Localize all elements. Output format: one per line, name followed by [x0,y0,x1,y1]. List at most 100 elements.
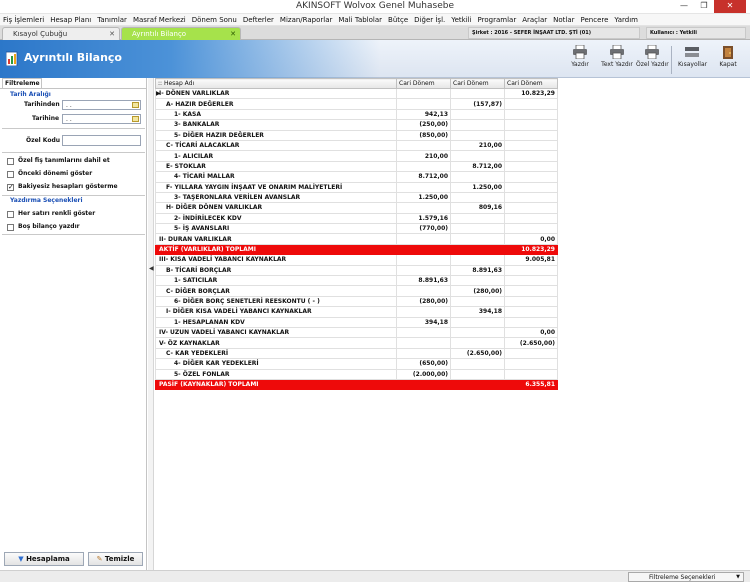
table-row[interactable]: II- DURAN VARLIKLAR 0,00 [155,233,558,245]
menu-item[interactable]: Yetkili [448,14,474,26]
table-row[interactable]: 5- ÖZEL FONLAR (2.000,00) [155,368,558,380]
special-code-input[interactable] [62,135,141,146]
option-checkbox[interactable] [7,211,14,218]
option-checkbox[interactable] [7,171,14,178]
amount-cell [504,347,558,360]
balance-grid: :: Hesap Adı Cari Dönem Cari Dönem Cari … [155,78,750,570]
shortcuts-button[interactable]: Kısayollar [678,45,707,68]
table-row[interactable]: 6- DİĞER BORÇ SENETLERİ REESKONTU ( - )(… [155,295,558,308]
table-row[interactable]: 1- ALICILAR 210,00 [155,150,558,162]
tab-detailed-balance[interactable]: Ayrıntılı Bilanço ✕ [121,27,241,40]
table-row[interactable]: 3- TAŞERONLARA VERİLEN AVANSLAR 1.250,00 [155,191,558,204]
menu-item[interactable]: Tanımlar [94,14,130,26]
amount-cell [450,358,505,370]
amount-cell [396,87,451,100]
close-window-button[interactable]: ✕ [714,0,746,13]
table-row[interactable]: E- STOKLAR 8.712,00 [155,160,558,173]
table-row[interactable]: C- KAR YEDEKLERİ (2.650,00) [155,347,558,360]
table-row[interactable]: V- ÖZ KAYNAKLAR (2.650,00) [155,337,558,349]
table-row[interactable]: C- TİCARİ ALACAKLAR 210,00 [155,139,558,152]
table-row[interactable]: 1- HESAPLANAN KDV 394,18 [155,316,558,329]
date-range-label: Tarih Aralığı [10,91,51,98]
amount-cell: 1.250,00 [396,191,451,204]
column-header-current-period-3[interactable]: Cari Dönem [504,78,558,89]
table-row[interactable]: F- YILLARA YAYGIN İNŞAAT VE ONARIM MALİY… [155,181,558,193]
table-row[interactable]: 1- SATICILAR 8.891,63 [155,275,558,287]
total-row[interactable]: AKTİF (VARLIKLAR) TOPLAMI 10.823,29 [155,243,558,256]
amount-cell [504,275,558,287]
minimize-button[interactable]: — [676,0,692,13]
amount-cell [504,150,558,162]
column-header-account-name[interactable]: :: Hesap Adı [155,78,397,89]
close-tab-icon[interactable]: ✕ [230,28,236,40]
amount-cell: (850,00) [396,129,451,141]
amount-cell [396,233,451,245]
table-row[interactable]: B- TİCARİ BORÇLAR 8.891,63 [155,264,558,277]
option-label[interactable]: Önceki dönemi göster [18,170,92,177]
date-to-input[interactable]: . . [62,114,141,124]
menu-item[interactable]: Dönem Sonu [189,14,240,26]
menu-item[interactable]: Bütçe [385,14,411,26]
option-checkbox[interactable] [7,224,14,231]
option-label[interactable]: Her satırı renkli göster [18,210,95,217]
column-header-current-period-2[interactable]: Cari Dönem [450,78,505,89]
tab-shortcut-bar[interactable]: Kısayol Çubuğu ✕ [2,27,120,40]
menu-item[interactable]: Defterler [240,14,277,26]
table-row[interactable]: A- HAZIR DEĞERLER (157,87) [155,98,558,110]
date-from-input[interactable]: . . [62,100,141,110]
option-label[interactable]: Boş bilanço yazdır [18,223,80,230]
clear-button[interactable]: ✎ Temizle [88,552,143,566]
amount-cell: (250,00) [396,119,451,131]
calculate-button[interactable]: ▼ Hesaplama [4,552,84,566]
tab-label: Kısayol Çubuğu [13,30,68,38]
maximize-button[interactable]: ❐ [696,0,712,13]
column-header-current-period-1[interactable]: Cari Dönem [396,78,451,89]
table-row[interactable]: I- DÖNEN VARLIKLAR 10.823,29 [155,87,558,100]
table-row[interactable]: I- DİĞER KISA VADELİ YABANCI KAYNAKLAR 39… [155,306,558,318]
collapse-left-icon[interactable]: ◀ [149,265,154,272]
table-row[interactable]: III- KISA VADELİ YABANCI KAYNAKLAR 9.005,… [155,254,558,266]
option-label[interactable]: Özel fiş tanımlarını dahil et [18,157,110,164]
table-row[interactable]: C- DİĞER BORÇLAR (280,00) [155,285,558,297]
table-row[interactable]: IV- UZUN VADELİ YABANCI KAYNAKLAR 0,00 [155,326,558,339]
option-checkbox[interactable]: ✓ [7,184,14,191]
close-report-button[interactable]: Kapat [716,45,740,68]
menu-item[interactable]: Mali Tablolar [335,14,385,26]
menu-item[interactable]: Masraf Merkezi [130,14,189,26]
amount-cell: 1.579,16 [396,212,451,225]
menu-item[interactable]: Pencere [578,14,612,26]
option-checkbox[interactable] [7,158,14,165]
table-row[interactable]: 5- DİĞER HAZIR DEĞERLER (850,00) [155,129,558,141]
table-row[interactable]: 3- BANKALAR (250,00) [155,119,558,131]
filter-options-dropdown[interactable]: Filtreleme Seçenekleri ▼ [628,572,744,582]
table-row[interactable]: 5- İŞ AVANSLARI (770,00) [155,223,558,235]
option-label[interactable]: Bakiyesiz hesapları gösterme [18,183,118,190]
menu-item[interactable]: Araçlar [519,14,550,26]
table-header-row: :: Hesap Adı Cari Dönem Cari Dönem Cari … [155,78,558,89]
table-row[interactable]: 2- İNDİRİLECEK KDV 1.579,16 [155,212,558,225]
custom-print-button[interactable]: Özel Yazdır [636,45,669,68]
text-print-button[interactable]: Text Yazdır [600,45,634,68]
total-row[interactable]: PASİF (KAYNAKLAR) TOPLAMI 6.355,81 [155,378,558,391]
menu-item[interactable]: Mizan/Raporlar [277,14,335,26]
close-tab-icon[interactable]: ✕ [109,28,115,40]
account-name-cell: AKTİF (VARLIKLAR) TOPLAMI [155,243,397,256]
table-row[interactable]: H- DİĞER DÖNEN VARLIKLAR 809,16 [155,202,558,214]
calendar-icon[interactable] [132,116,139,122]
separator [2,234,145,235]
menu-item[interactable]: Yardım [611,14,641,26]
menu-item[interactable]: Programlar [475,14,520,26]
menu-item[interactable]: Diğer İşl. [411,14,448,26]
table-row[interactable]: 4- TİCARİ MALLAR 8.712,00 [155,171,558,183]
menu-item[interactable]: Hesap Planı [47,14,94,26]
menu-item[interactable]: Fiş İşlemleri [0,14,47,26]
menu-item[interactable]: Notlar [550,14,577,26]
shortcuts-icon [685,47,699,57]
print-button[interactable]: Yazdır [568,45,592,68]
table-row[interactable]: 4- DİĞER KAR YEDEKLERİ (650,00) [155,358,558,370]
calendar-icon[interactable] [132,102,139,108]
balance-table: :: Hesap Adı Cari Dönem Cari Dönem Cari … [155,78,558,391]
table-row[interactable]: 1- KASA 942,13 [155,108,558,121]
account-name-cell: 2- İNDİRİLECEK KDV [155,212,397,225]
panel-splitter[interactable]: ◀ [148,78,154,570]
